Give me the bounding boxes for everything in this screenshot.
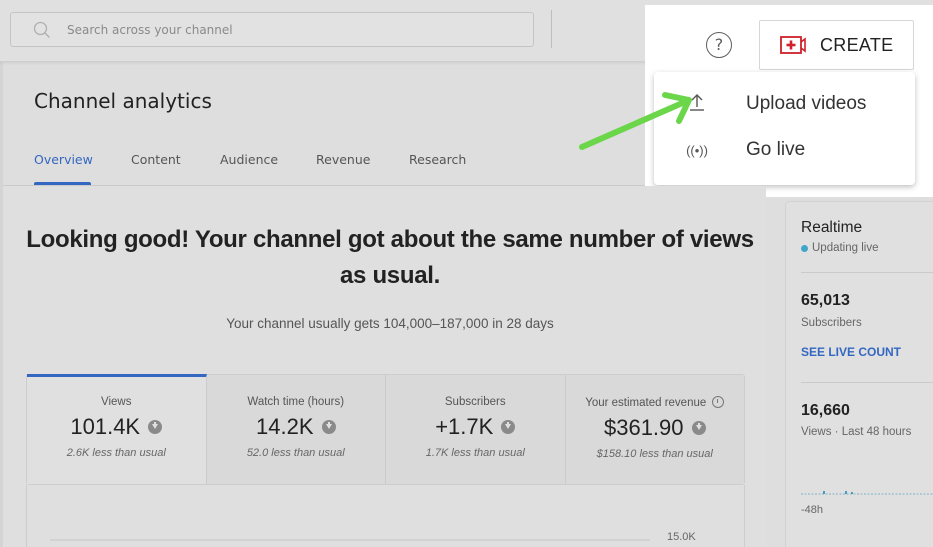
go-live-label: Go live [746,139,806,160]
realtime-sparkline [801,491,933,495]
page-title: Channel analytics [34,89,212,113]
realtime-divider [801,272,933,273]
create-video-icon [780,36,806,54]
summary-headline: Looking good! Your channel got about the… [26,226,754,289]
see-live-count-link[interactable]: SEE LIVE COUNT [801,345,901,359]
tab-audience[interactable]: Audience [220,152,278,167]
help-icon[interactable]: ? [706,32,732,58]
views-chart [26,485,745,547]
create-button[interactable]: CREATE [759,20,914,70]
realtime-views-label: Views · Last 48 hours [801,426,912,438]
metric-watch-time[interactable]: Watch time (hours) 14.2K 52.0 less than … [206,375,386,484]
realtime-divider [801,382,933,383]
clock-icon[interactable] [712,396,725,408]
create-label: CREATE [820,34,894,55]
tab-research[interactable]: Research [409,152,466,167]
trend-down-icon [691,421,706,435]
metric-value: 101.4K [70,414,141,439]
trend-down-icon [148,420,163,434]
trend-down-icon [501,420,516,434]
metric-label: Watch time (hours) [247,396,345,408]
metric-delta: 2.6K less than usual [66,447,166,459]
live-dot-icon [801,244,808,252]
metric-revenue[interactable]: Your estimated revenue $361.90 $158.10 l… [565,375,744,484]
metric-value: 14.2K [256,414,314,439]
upload-videos-label: Upload videos [746,93,867,114]
chart-gridline [50,539,650,541]
metric-label: Your estimated revenue [585,397,707,409]
realtime-axis-label: -48h [801,504,824,516]
metric-delta: 52.0 less than usual [246,447,345,459]
header-divider [551,10,552,48]
metric-delta: $158.10 less than usual [596,448,713,460]
metric-views[interactable]: Views 101.4K 2.6K less than usual [27,374,207,484]
tab-content[interactable]: Content [131,152,181,167]
metric-value: +1.7K [435,414,494,439]
tab-overview[interactable]: Overview [34,152,93,167]
search-input[interactable]: Search across your channel [10,12,534,47]
metric-value: $361.90 [603,415,684,440]
search-placeholder: Search across your channel [67,23,233,37]
realtime-views-value: 16,660 [801,402,850,419]
annotation-arrow-icon [579,92,692,150]
trend-down-icon [321,420,336,434]
metric-subscribers[interactable]: Subscribers +1.7K 1.7K less than usual [386,375,566,484]
realtime-subscribers-value: 65,013 [801,292,850,309]
metric-tabs: Views 101.4K 2.6K less than usual Watch … [26,374,745,485]
summary-subline: Your channel usually gets 104,000–187,00… [226,316,554,331]
realtime-status: Updating live [801,242,878,254]
realtime-subscribers-label: Subscribers [801,317,862,329]
metric-label: Subscribers [444,396,506,408]
metric-delta: 1.7K less than usual [425,447,525,459]
y-tick-label: 15.0K [667,531,696,543]
realtime-title: Realtime [801,219,863,236]
metric-label: Views [101,396,132,408]
tab-revenue[interactable]: Revenue [316,152,370,167]
search-icon [33,21,50,38]
realtime-status-label: Updating live [812,242,879,254]
